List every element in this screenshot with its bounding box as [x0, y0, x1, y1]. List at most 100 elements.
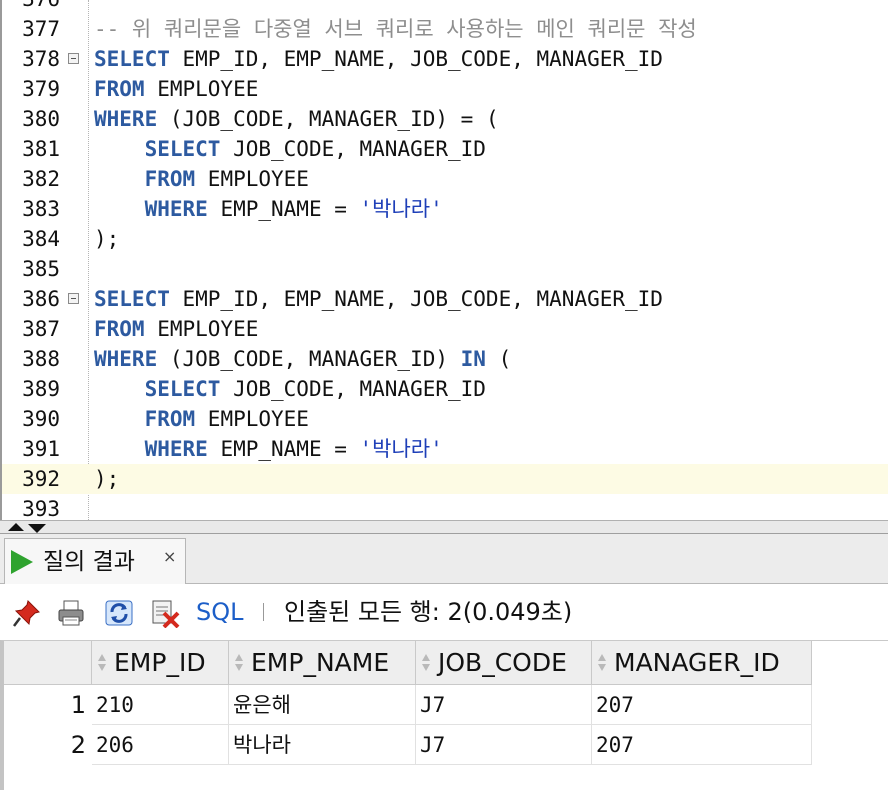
column-header[interactable]: EMP_ID — [92, 641, 229, 685]
sql-keyword: WHERE — [144, 437, 208, 461]
sql-keyword: FROM — [94, 77, 145, 101]
table-cell[interactable]: 박나라 — [229, 725, 416, 765]
column-header-label: EMP_NAME — [251, 648, 390, 677]
toolbar-divider — [263, 603, 264, 621]
table-cell[interactable]: 210 — [92, 685, 229, 725]
tab-query-result[interactable]: 질의 결과 × — [4, 538, 186, 584]
code-line[interactable]: 383 WHERE EMP_NAME = '박나라' — [2, 194, 888, 224]
code-line[interactable]: 388 WHERE (JOB_CODE, MANAGER_ID) IN ( — [2, 344, 888, 374]
code-token: EMPLOYEE — [144, 77, 259, 101]
line-number: 388 — [22, 347, 60, 371]
code-text: WHERE (JOB_CODE, MANAGER_ID) IN ( — [94, 344, 511, 374]
code-line[interactable]: 379 FROM EMPLOYEE — [2, 74, 888, 104]
column-header[interactable]: EMP_NAME — [229, 641, 416, 685]
sql-keyword: WHERE — [94, 107, 158, 131]
fold-toggle-icon[interactable] — [68, 53, 79, 64]
line-number: 387 — [22, 317, 60, 341]
code-token: ); — [94, 227, 120, 251]
print-icon[interactable] — [56, 598, 86, 628]
table-cell[interactable]: 207 — [592, 685, 812, 725]
line-number: 392 — [22, 467, 60, 491]
refresh-icon[interactable] — [104, 598, 134, 628]
code-line[interactable]: 385 — [2, 254, 888, 284]
code-line[interactable]: 393 — [2, 494, 888, 520]
sql-editor[interactable]: 376 377 -- 위 쿼리문을 다중열 서브 쿼리로 사용하는 메인 쿼리문 작… — [0, 0, 888, 520]
sort-icon[interactable] — [234, 654, 244, 672]
sql-keyword: FROM — [144, 167, 196, 191]
sql-keyword: SELECT — [144, 137, 221, 161]
code-line[interactable]: 382 FROM EMPLOYEE — [2, 164, 888, 194]
clear-icon[interactable] — [150, 598, 180, 628]
row-number[interactable]: 1 — [4, 685, 92, 725]
code-line[interactable]: 389 SELECT JOB_CODE, MANAGER_ID — [2, 374, 888, 404]
panel-splitter[interactable] — [0, 520, 888, 534]
table-cell[interactable]: 206 — [92, 725, 229, 765]
column-header-label: MANAGER_ID — [614, 648, 780, 677]
code-line[interactable]: 390 FROM EMPLOYEE — [2, 404, 888, 434]
column-header[interactable]: JOB_CODE — [416, 641, 592, 685]
line-number: 391 — [22, 437, 60, 461]
code-token: EMP_ID, EMP_NAME, JOB_CODE, MANAGER_ID — [169, 287, 663, 311]
code-text: SELECT JOB_CODE, MANAGER_ID — [94, 134, 486, 164]
code-line[interactable]: 376 — [2, 0, 888, 14]
code-token: ); — [94, 467, 120, 491]
column-header[interactable]: MANAGER_ID — [592, 641, 812, 685]
sql-button[interactable]: SQL — [196, 596, 244, 628]
table-cell[interactable]: 207 — [592, 725, 812, 765]
line-number: 385 — [22, 257, 60, 281]
results-toolbar: SQL 인출된 모든 행: 2(0.049초) — [0, 584, 888, 640]
sort-icon[interactable] — [421, 654, 431, 672]
sql-keyword: WHERE — [94, 347, 158, 371]
line-number: 384 — [22, 227, 60, 251]
pin-icon[interactable] — [12, 598, 42, 628]
sql-keyword: SELECT — [144, 377, 221, 401]
code-line[interactable]: 392); — [2, 464, 888, 494]
sort-icon[interactable] — [597, 654, 607, 672]
code-line[interactable]: 380 WHERE (JOB_CODE, MANAGER_ID) = ( — [2, 104, 888, 134]
code-text: SELECT EMP_ID, EMP_NAME, JOB_CODE, MANAG… — [94, 44, 663, 74]
code-text: SELECT EMP_ID, EMP_NAME, JOB_CODE, MANAG… — [94, 284, 663, 314]
line-number: 393 — [22, 497, 60, 520]
line-number: 389 — [22, 377, 60, 401]
sql-keyword: FROM — [94, 317, 145, 341]
results-grid[interactable]: EMP_ID EMP_NAME JOB_CODE MANAGER_ID 1 210 윤은해 J… — [0, 640, 888, 790]
row-number[interactable]: 2 — [4, 725, 92, 765]
code-text: WHERE EMP_NAME = '박나라' — [94, 434, 443, 464]
code-text: FROM EMPLOYEE — [94, 164, 309, 194]
line-number: 386 — [22, 287, 60, 311]
code-line[interactable]: 386 SELECT EMP_ID, EMP_NAME, JOB_CODE, MA… — [2, 284, 888, 314]
code-line[interactable]: 384); — [2, 224, 888, 254]
code-text: -- 위 쿼리문을 다중열 서브 쿼리로 사용하는 메인 쿼리문 작성 — [94, 14, 697, 44]
results-tabbar: 질의 결과 × — [0, 534, 888, 584]
close-icon[interactable]: × — [163, 547, 176, 566]
code-line[interactable]: 377 -- 위 쿼리문을 다중열 서브 쿼리로 사용하는 메인 쿼리문 작성 — [2, 14, 888, 44]
code-line[interactable]: 391 WHERE EMP_NAME = '박나라' — [2, 434, 888, 464]
table-cell[interactable]: J7 — [416, 725, 592, 765]
collapse-down-icon[interactable] — [28, 524, 46, 533]
fold-toggle-icon[interactable] — [68, 293, 79, 304]
collapse-up-icon[interactable] — [8, 523, 24, 531]
line-number: 378 — [22, 47, 60, 71]
code-token: (JOB_CODE, MANAGER_ID) — [157, 347, 461, 371]
line-number: 379 — [22, 77, 60, 101]
code-text: ); — [94, 464, 119, 494]
sort-icon[interactable] — [97, 654, 107, 672]
grid-corner — [4, 641, 92, 685]
sql-string: '박나라' — [359, 437, 443, 461]
code-token: EMP_NAME = — [207, 197, 360, 221]
code-line[interactable]: 378 SELECT EMP_ID, EMP_NAME, JOB_CODE, MA… — [2, 44, 888, 74]
table-cell[interactable]: 윤은해 — [229, 685, 416, 725]
code-line[interactable]: 381 SELECT JOB_CODE, MANAGER_ID — [2, 134, 888, 164]
sql-keyword: SELECT — [94, 287, 170, 311]
sql-string: '박나라' — [359, 197, 443, 221]
code-token: JOB_CODE, MANAGER_ID — [220, 377, 486, 401]
code-token: (JOB_CODE, MANAGER_ID) = ( — [157, 107, 499, 131]
line-number: 381 — [22, 137, 60, 161]
code-text: SELECT JOB_CODE, MANAGER_ID — [94, 374, 486, 404]
code-line[interactable]: 387 FROM EMPLOYEE — [2, 314, 888, 344]
table-cell[interactable]: J7 — [416, 685, 592, 725]
line-number: 380 — [22, 107, 60, 131]
